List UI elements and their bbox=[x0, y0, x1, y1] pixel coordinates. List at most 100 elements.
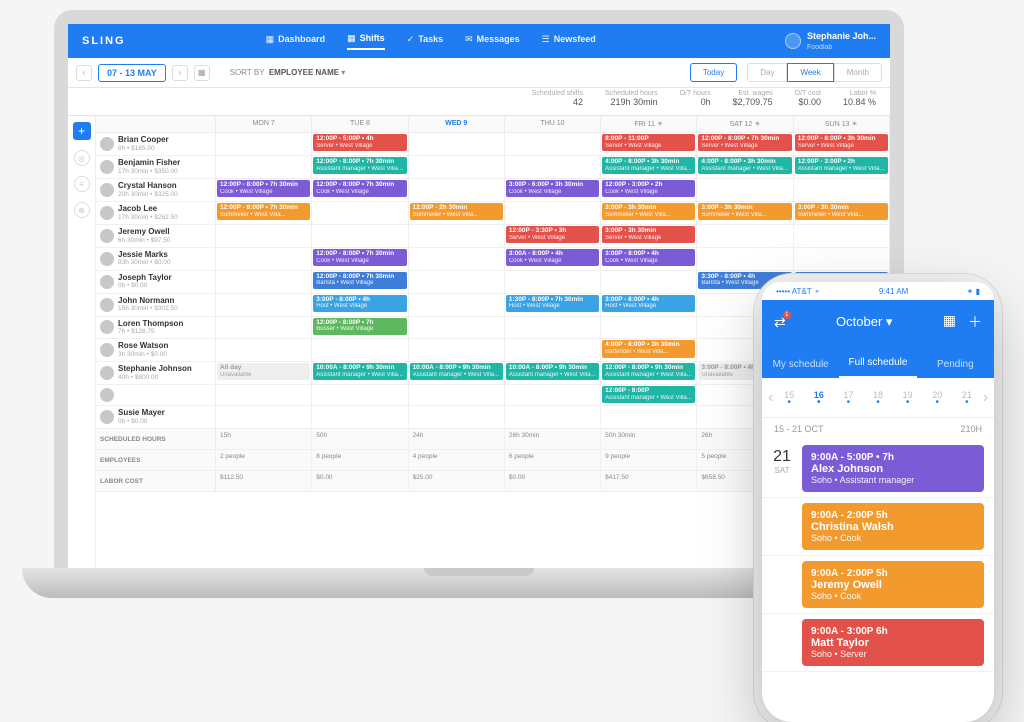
grid-cell[interactable]: 12:00P - 3:30P • 3hServer • West Village bbox=[505, 225, 601, 247]
calendar-button[interactable]: ▦ bbox=[194, 65, 210, 81]
grid-cell[interactable]: 4:00P - 8:00P • 3h 30minAssistant manage… bbox=[697, 156, 793, 178]
shift-block[interactable]: 4:00P - 8:00P • 3h 30minAssistant manage… bbox=[698, 157, 791, 174]
shift-block[interactable]: 8:00P - 11:00PServer • West Village bbox=[602, 134, 695, 151]
shift-block[interactable]: 12:00P - 3:30P • 3hServer • West Village bbox=[506, 226, 599, 243]
grid-cell[interactable] bbox=[794, 225, 890, 247]
shift-block[interactable]: 12:00P - 2h 30minSommelier • West Villa.… bbox=[410, 203, 503, 220]
phone-day[interactable]: 15 bbox=[775, 390, 803, 406]
user-menu[interactable]: Stephanie Joh...Foodlab bbox=[785, 31, 876, 51]
nav-dashboard[interactable]: ▦ Dashboard bbox=[266, 33, 326, 50]
shift-block[interactable]: 12:00P - 8:00P • 7h 30minCook • West Vil… bbox=[313, 180, 406, 197]
nav-newsfeed[interactable]: ☰ Newsfeed bbox=[542, 33, 596, 50]
employee-cell[interactable]: Jessie Marks83h 30min • $0.00 bbox=[96, 248, 216, 270]
grid-cell[interactable] bbox=[216, 317, 312, 339]
employee-cell[interactable]: Jeremy Owell6h 30min • $97.50 bbox=[96, 225, 216, 247]
grid-cell[interactable] bbox=[216, 271, 312, 293]
grid-cell[interactable]: 12:00P - 2h 30minSommelier • West Villa.… bbox=[409, 202, 505, 224]
grid-cell[interactable] bbox=[794, 248, 890, 270]
shift-block[interactable]: All dayUnavailable bbox=[217, 363, 310, 380]
shift-block[interactable]: 12:00P - 8:00P • 7h 30minBarista • West … bbox=[313, 272, 406, 289]
grid-cell[interactable]: 12:00P - 8:00P • 7hBusser • West Village bbox=[312, 317, 408, 339]
grid-cell[interactable]: 12:00P - 5:00P • 4hServer • West Village bbox=[312, 133, 408, 155]
grid-cell[interactable]: 12:00P - 8:00P • 7h 30minBarista • West … bbox=[312, 271, 408, 293]
shift-block[interactable]: 12:00P - 8:00P • 9h 30minAssistant manag… bbox=[602, 363, 695, 380]
grid-cell[interactable] bbox=[409, 317, 505, 339]
tab-pending[interactable]: Pending bbox=[917, 359, 994, 378]
grid-cell[interactable] bbox=[409, 133, 505, 155]
grid-cell[interactable] bbox=[601, 271, 697, 293]
nav-shifts[interactable]: ▦ Shifts bbox=[347, 33, 385, 50]
shift-block[interactable]: 12:00P - 8:00P • 7h 30minAssistant manag… bbox=[313, 157, 406, 174]
rail-icon-3[interactable]: ⊕ bbox=[74, 202, 90, 218]
grid-cell[interactable]: 12:00P - 8:00P • 7h 30minCook • West Vil… bbox=[312, 179, 408, 201]
grid-cell[interactable]: 3:00P - 8:00P • 4hCook • West Village bbox=[601, 248, 697, 270]
grid-cell[interactable]: 8:00P - 11:00PServer • West Village bbox=[601, 133, 697, 155]
grid-cell[interactable] bbox=[312, 385, 408, 405]
grid-cell[interactable] bbox=[409, 248, 505, 270]
grid-cell[interactable] bbox=[409, 406, 505, 428]
shift-block[interactable]: 3:00P - 3h 30minServer • West Village bbox=[602, 226, 695, 243]
day-header[interactable]: MON 7 bbox=[216, 116, 312, 132]
grid-cell[interactable]: 12:00P - 3:00P • 2hCook • West Village bbox=[601, 179, 697, 201]
shift-block[interactable]: 12:00P - 8:00P • 7hBusser • West Village bbox=[313, 318, 406, 335]
phone-day[interactable]: 17 bbox=[835, 390, 863, 406]
grid-cell[interactable] bbox=[794, 179, 890, 201]
employee-cell[interactable]: Susie Mayer0h • $0.00 bbox=[96, 406, 216, 428]
grid-cell[interactable] bbox=[409, 339, 505, 361]
grid-cell[interactable]: 3:00P - 3h 30minSommelier • West Villa..… bbox=[697, 202, 793, 224]
grid-cell[interactable]: 3:00P - 3h 30minSommelier • West Villa..… bbox=[601, 202, 697, 224]
employee-cell[interactable]: Loren Thompson7h • $128.75 bbox=[96, 317, 216, 339]
grid-cell[interactable]: 4:00P - 8:00P • 3h 30minAssistant manage… bbox=[601, 156, 697, 178]
employee-cell[interactable]: Stephanie Johnson40h • $800.00 bbox=[96, 362, 216, 384]
phone-day[interactable]: 19 bbox=[894, 390, 922, 406]
grid-cell[interactable] bbox=[601, 317, 697, 339]
employee-cell[interactable]: John Normann15h 30min • $302.50 bbox=[96, 294, 216, 316]
grid-cell[interactable] bbox=[409, 271, 505, 293]
phone-day[interactable]: 16 bbox=[805, 390, 833, 406]
grid-cell[interactable] bbox=[505, 385, 601, 405]
grid-cell[interactable]: 12:00P - 8:00P • 3h 30minServer • West V… bbox=[794, 133, 890, 155]
grid-cell[interactable]: 12:00P - 8:00P • 9h 30minAssistant manag… bbox=[601, 362, 697, 384]
grid-cell[interactable] bbox=[216, 225, 312, 247]
phone-shift-item[interactable]: 9:00A - 2:00P 5hJeremy OwellSoho • Cook bbox=[762, 556, 994, 614]
shift-block[interactable]: 1:30P - 8:00P • 7h 30minHost • West Vill… bbox=[506, 295, 599, 312]
filter-icon[interactable]: ⇄1 bbox=[774, 314, 786, 331]
shift-block[interactable]: 3:00P - 8:00P • 4hCook • West Village bbox=[602, 249, 695, 266]
grid-cell[interactable]: All dayUnavailable bbox=[216, 362, 312, 384]
rail-icon-2[interactable]: ≡ bbox=[74, 176, 90, 192]
shift-block[interactable]: 3:00P - 3h 30minSommelier • West Villa..… bbox=[602, 203, 695, 220]
nav-tasks[interactable]: ✓ Tasks bbox=[407, 33, 443, 50]
grid-cell[interactable] bbox=[312, 202, 408, 224]
date-range[interactable]: 07 - 13 MAY bbox=[98, 64, 166, 82]
calendar-icon[interactable]: ▦ bbox=[943, 312, 956, 332]
grid-cell[interactable] bbox=[216, 294, 312, 316]
day-header[interactable]: TUE 8 bbox=[312, 116, 408, 132]
tab-full-schedule[interactable]: Full schedule bbox=[839, 357, 916, 378]
grid-cell[interactable]: 12:00P - 8:00PAssistant manager • West V… bbox=[601, 385, 697, 405]
grid-cell[interactable] bbox=[601, 406, 697, 428]
shift-block[interactable]: 3:00P - 3h 30minSommelier • West Villa..… bbox=[698, 203, 791, 220]
shift-block[interactable]: 4:00P - 8:00P • 3h 30minAssistant manage… bbox=[602, 157, 695, 174]
next-range-button[interactable]: › bbox=[172, 65, 188, 81]
grid-cell[interactable]: 3:00A - 8:00P • 4hCook • West Village bbox=[505, 248, 601, 270]
employee-cell[interactable] bbox=[96, 385, 216, 405]
day-header[interactable]: THU 10 bbox=[505, 116, 601, 132]
grid-cell[interactable] bbox=[505, 156, 601, 178]
grid-cell[interactable] bbox=[505, 202, 601, 224]
grid-cell[interactable] bbox=[312, 225, 408, 247]
day-header[interactable]: SAT 12 ☀ bbox=[697, 116, 793, 132]
phone-shift-item[interactable]: 9:00A - 3:00P 6hMatt TaylorSoho • Server bbox=[762, 614, 994, 672]
shift-block[interactable]: 12:00P - 8:00P • 7h 30minSommelier • Wes… bbox=[217, 203, 310, 220]
grid-cell[interactable] bbox=[216, 385, 312, 405]
tab-my-schedule[interactable]: My schedule bbox=[762, 359, 839, 378]
grid-cell[interactable]: 12:00P - 8:00P • 7h 30minServer • West V… bbox=[697, 133, 793, 155]
shift-block[interactable]: 3:00A - 8:00P • 4hCook • West Village bbox=[506, 249, 599, 266]
seg-month[interactable]: Month bbox=[834, 63, 882, 82]
grid-cell[interactable] bbox=[409, 179, 505, 201]
shift-block[interactable]: 12:00P - 5:00P • 4hServer • West Village bbox=[313, 134, 406, 151]
grid-cell[interactable]: 4:00P - 8:00P • 3h 30minBartender • West… bbox=[601, 339, 697, 361]
grid-cell[interactable] bbox=[697, 179, 793, 201]
add-button[interactable]: + bbox=[73, 122, 91, 140]
grid-cell[interactable] bbox=[409, 385, 505, 405]
grid-cell[interactable]: 12:00P - 8:00P • 7h 30minSommelier • Wes… bbox=[216, 202, 312, 224]
